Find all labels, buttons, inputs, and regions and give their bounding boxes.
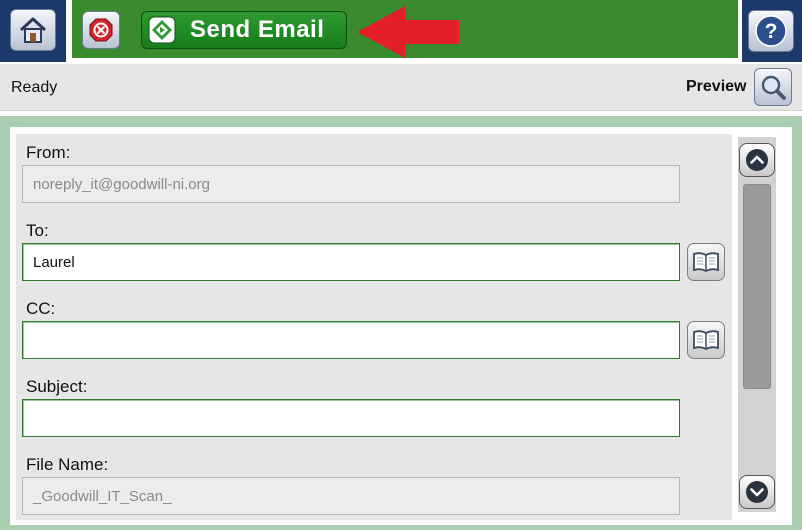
cc-label: CC: (26, 299, 56, 318)
send-email-button[interactable]: Send Email (141, 11, 347, 49)
address-book-icon (693, 330, 719, 351)
help-button[interactable]: ? (748, 10, 794, 52)
to-label: To: (26, 221, 49, 240)
svg-text:?: ? (765, 20, 778, 43)
subject-field[interactable] (22, 399, 680, 437)
from-field: noreply_it@goodwill-ni.org (22, 165, 680, 203)
to-address-book-button[interactable] (687, 243, 725, 281)
scroll-up-button[interactable] (739, 143, 775, 177)
chevron-up-icon (746, 149, 768, 171)
to-field[interactable]: Laurel (22, 243, 680, 281)
filename-field: _Goodwill_IT_Scan_ (22, 477, 680, 515)
stop-button[interactable] (82, 11, 120, 49)
chevron-down-icon (746, 481, 768, 503)
preview-label: Preview (686, 78, 747, 95)
preview-button[interactable] (754, 68, 792, 106)
status-text: Ready (11, 79, 58, 96)
magnifier-icon (761, 75, 786, 100)
scrollbar-thumb[interactable] (743, 184, 771, 389)
filename-label: File Name: (26, 455, 109, 474)
help-icon: ? (755, 15, 787, 47)
home-icon (19, 17, 47, 43)
start-diamond-icon (148, 16, 176, 44)
red-arrow-annotation (357, 6, 459, 58)
home-button[interactable] (10, 9, 56, 51)
stop-icon (89, 18, 113, 42)
from-label: From: (26, 143, 71, 162)
subject-label: Subject: (26, 377, 88, 396)
cc-address-book-button[interactable] (687, 321, 725, 359)
send-email-label: Send Email (190, 16, 325, 43)
scroll-down-button[interactable] (739, 475, 775, 509)
cc-field[interactable] (22, 321, 680, 359)
address-book-icon (693, 252, 719, 273)
status-bar (0, 64, 802, 111)
